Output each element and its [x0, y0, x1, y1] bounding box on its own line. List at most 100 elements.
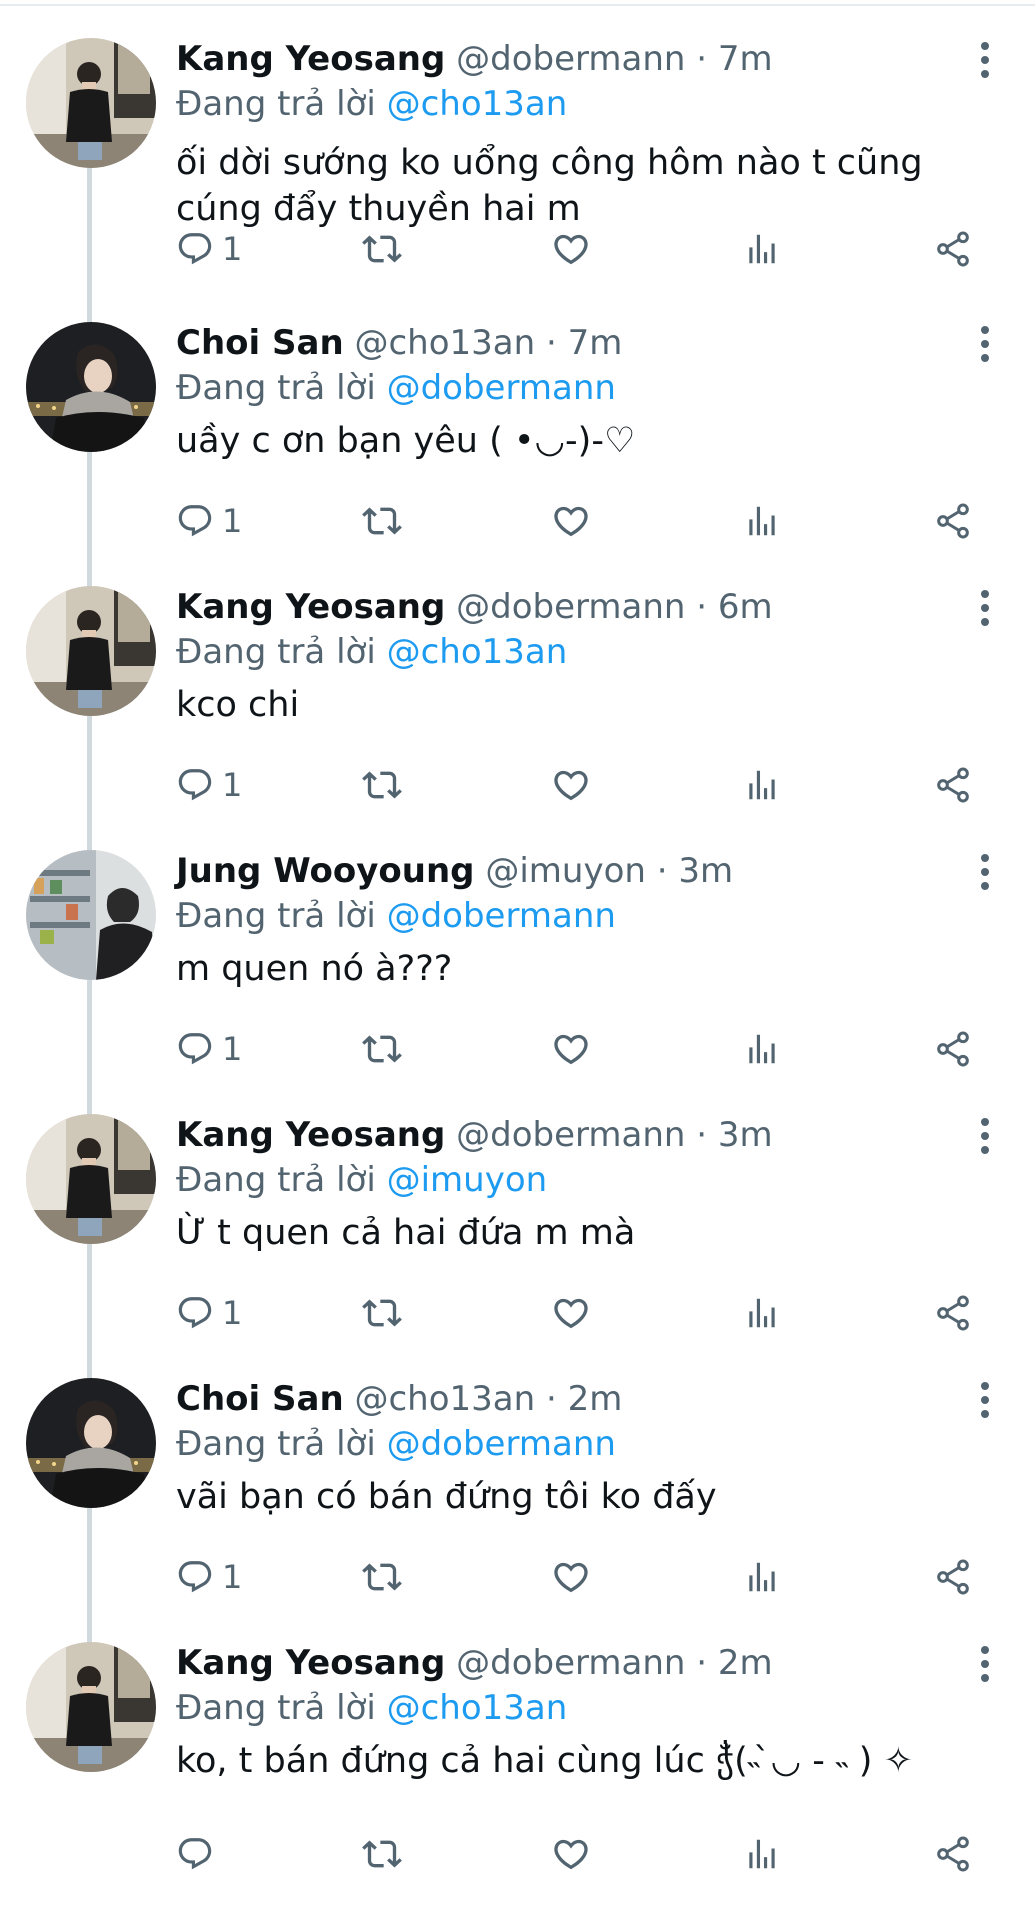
like-button[interactable] [551, 760, 591, 810]
views-button[interactable] [743, 760, 781, 810]
like-button[interactable] [551, 1829, 591, 1879]
reply-icon [176, 1294, 214, 1332]
display-name[interactable]: Jung Wooyoung [176, 851, 475, 891]
more-options-icon[interactable] [975, 326, 995, 366]
display-name[interactable]: Kang Yeosang [176, 39, 445, 79]
stats-icon [743, 230, 781, 268]
retweet-button[interactable] [362, 496, 402, 546]
handle-and-time[interactable]: @dobermann · 3m [456, 1115, 773, 1155]
views-button[interactable] [743, 224, 781, 274]
mention-link[interactable]: @dobermann [387, 368, 616, 408]
like-button[interactable] [551, 1552, 591, 1602]
retweet-icon [362, 1029, 402, 1069]
avatar[interactable] [26, 1378, 156, 1508]
tweet-text: ko, t bán đứng cả hai cùng lúc ჭ̐(˵ ̀◡ -… [176, 1741, 913, 1781]
reply-button[interactable]: 1 [176, 1024, 242, 1074]
share-button[interactable] [933, 1024, 973, 1074]
mention-link[interactable]: @cho13an [387, 84, 568, 124]
avatar[interactable] [26, 38, 156, 168]
handle-and-time[interactable]: @cho13an · 2m [354, 1379, 622, 1419]
mention-link[interactable]: @dobermann [387, 1424, 616, 1464]
retweet-button[interactable] [362, 1829, 402, 1879]
tweet[interactable]: Choi San @cho13an · 7m Đang trả lời @dob… [0, 296, 1035, 560]
avatar[interactable] [26, 322, 156, 452]
share-button[interactable] [933, 496, 973, 546]
more-options-icon[interactable] [975, 854, 995, 894]
views-button[interactable] [743, 496, 781, 546]
views-button[interactable] [743, 1829, 781, 1879]
avatar[interactable] [26, 1642, 156, 1772]
retweet-icon [362, 765, 402, 805]
tweet[interactable]: Jung Wooyoung @imuyon · 3m Đang trả lời … [0, 824, 1035, 1088]
stats-icon [743, 1030, 781, 1068]
more-options-icon[interactable] [975, 1118, 995, 1158]
retweet-icon [362, 501, 402, 541]
retweet-button[interactable] [362, 1288, 402, 1338]
tweet-header: Choi San @cho13an · 7m [176, 320, 622, 366]
display-name[interactable]: Kang Yeosang [176, 587, 445, 627]
reply-button[interactable]: 1 [176, 1552, 242, 1602]
handle-and-time[interactable]: @dobermann · 6m [456, 587, 773, 627]
tweet-header: Choi San @cho13an · 2m [176, 1376, 622, 1422]
display-name[interactable]: Kang Yeosang [176, 1643, 445, 1683]
more-options-icon[interactable] [975, 1382, 995, 1422]
more-options-icon[interactable] [975, 590, 995, 630]
reply-button[interactable]: 1 [176, 224, 242, 274]
share-button[interactable] [933, 1829, 973, 1879]
tweet[interactable]: Choi San @cho13an · 2m Đang trả lời @dob… [0, 1352, 1035, 1616]
mention-link[interactable]: @imuyon [387, 1160, 548, 1200]
display-name[interactable]: Choi San [176, 1379, 344, 1419]
tweet[interactable]: Kang Yeosang @dobermann · 6m Đang trả lờ… [0, 560, 1035, 824]
retweet-icon [362, 1834, 402, 1874]
like-button[interactable] [551, 1024, 591, 1074]
like-button[interactable] [551, 224, 591, 274]
avatar[interactable] [26, 586, 156, 716]
reply-button[interactable]: 1 [176, 760, 242, 810]
reply-icon [176, 1558, 214, 1596]
display-name[interactable]: Kang Yeosang [176, 1115, 445, 1155]
tweet[interactable]: Kang Yeosang @dobermann · 2m Đang trả lờ… [0, 1616, 1035, 1880]
retweet-button[interactable] [362, 1024, 402, 1074]
retweet-button[interactable] [362, 1552, 402, 1602]
more-options-icon[interactable] [975, 1646, 995, 1686]
replying-to: Đang trả lời @cho13an [176, 629, 567, 675]
share-icon [933, 1029, 973, 1069]
share-button[interactable] [933, 224, 973, 274]
display-name[interactable]: Choi San [176, 323, 344, 363]
retweet-icon [362, 1557, 402, 1597]
avatar-image [26, 586, 156, 716]
views-button[interactable] [743, 1288, 781, 1338]
mention-link[interactable]: @dobermann [387, 896, 616, 936]
share-button[interactable] [933, 760, 973, 810]
tweet-actions: 1 [176, 1552, 976, 1602]
avatar[interactable] [26, 850, 156, 980]
like-button[interactable] [551, 1288, 591, 1338]
handle-and-time[interactable]: @imuyon · 3m [485, 851, 733, 891]
retweet-icon [362, 1293, 402, 1333]
mention-link[interactable]: @cho13an [387, 1688, 568, 1728]
replying-to: Đang trả lời @dobermann [176, 1421, 616, 1467]
reply-button[interactable] [176, 1829, 222, 1879]
views-button[interactable] [743, 1552, 781, 1602]
share-icon [933, 1557, 973, 1597]
retweet-button[interactable] [362, 224, 402, 274]
reply-button[interactable]: 1 [176, 1288, 242, 1338]
handle-and-time[interactable]: @cho13an · 7m [354, 323, 622, 363]
share-button[interactable] [933, 1288, 973, 1338]
tweet-text: m quen nó à??? [176, 949, 453, 989]
handle-and-time[interactable]: @dobermann · 2m [456, 1643, 773, 1683]
avatar[interactable] [26, 1114, 156, 1244]
retweet-button[interactable] [362, 760, 402, 810]
like-button[interactable] [551, 496, 591, 546]
stats-icon [743, 1835, 781, 1873]
tweet-actions [176, 1829, 976, 1879]
mention-link[interactable]: @cho13an [387, 632, 568, 672]
share-button[interactable] [933, 1552, 973, 1602]
handle-and-time[interactable]: @dobermann · 7m [456, 39, 773, 79]
tweet[interactable]: Kang Yeosang @dobermann · 7m Đang trả lờ… [0, 12, 1035, 276]
reply-button[interactable]: 1 [176, 496, 242, 546]
tweet[interactable]: Kang Yeosang @dobermann · 3m Đang trả lờ… [0, 1088, 1035, 1352]
heart-icon [551, 1834, 591, 1874]
views-button[interactable] [743, 1024, 781, 1074]
more-options-icon[interactable] [975, 42, 995, 82]
